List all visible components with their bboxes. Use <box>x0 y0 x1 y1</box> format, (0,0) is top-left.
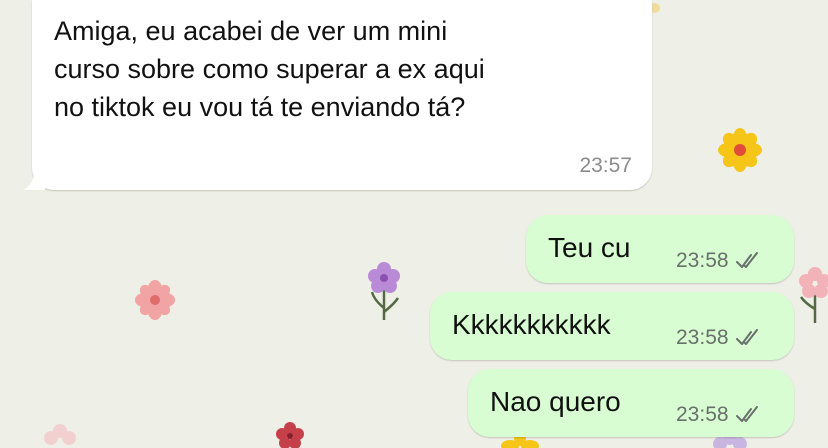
message-meta: 23:58 <box>676 326 763 350</box>
message-line: Amiga, eu acabei de ver um mini <box>54 16 448 46</box>
outgoing-message[interactable]: Teu cu 23:58 <box>526 215 794 283</box>
bubble-tail-icon <box>23 168 45 190</box>
message-timestamp: 23:58 <box>676 326 729 349</box>
outgoing-message-text: Kkkkkkkkkkk <box>452 309 611 340</box>
flower-doodle-icon <box>718 128 762 172</box>
outgoing-message[interactable]: Nao quero 23:58 <box>468 369 794 437</box>
message-timestamp: 23:58 <box>676 249 729 272</box>
flower-doodle-icon <box>276 422 304 448</box>
message-line: no tiktok eu vou tá te enviando tá? <box>54 92 466 122</box>
double-check-icon <box>735 329 758 345</box>
outgoing-message-text: Teu cu <box>548 232 631 263</box>
incoming-message-text: Amiga, eu acabei de ver um mini curso so… <box>54 12 644 126</box>
outgoing-message-text: Nao quero <box>490 386 621 417</box>
message-timestamp: 23:57 <box>579 154 632 177</box>
flower-doodle-icon <box>135 280 175 320</box>
double-check-icon <box>735 252 758 268</box>
message-timestamp: 23:58 <box>676 403 729 426</box>
flower-doodle-icon <box>799 267 828 323</box>
incoming-message[interactable]: Amiga, eu acabei de ver um mini curso so… <box>23 0 652 190</box>
flower-doodle-icon <box>368 262 400 320</box>
message-line: curso sobre como superar a ex aqui <box>54 54 485 84</box>
double-check-icon <box>735 406 758 422</box>
message-meta: 23:58 <box>676 249 763 273</box>
flower-doodle-icon <box>44 424 76 445</box>
outgoing-message[interactable]: Kkkkkkkkkkk 23:58 <box>430 292 794 360</box>
message-meta: 23:58 <box>676 403 763 427</box>
